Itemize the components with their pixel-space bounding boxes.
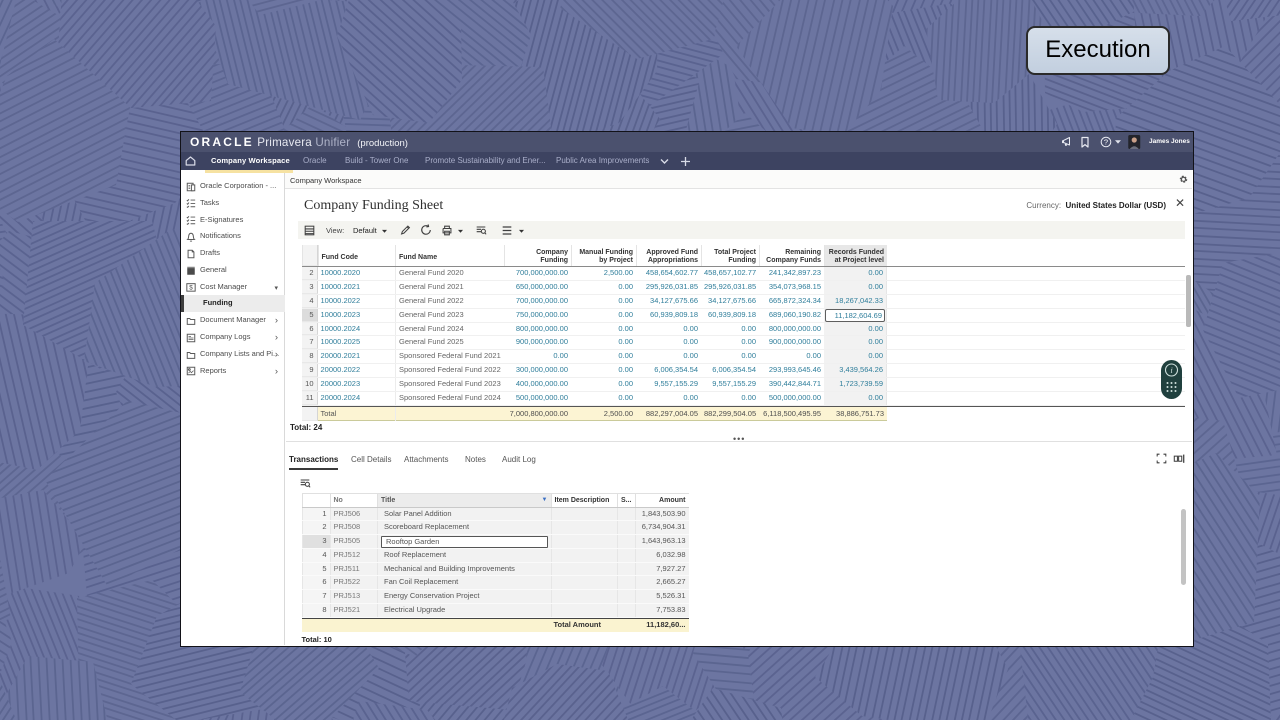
svg-text:?: ? [1104, 137, 1108, 146]
svg-text:i: i [1170, 365, 1173, 375]
svg-text:$: $ [189, 285, 193, 292]
